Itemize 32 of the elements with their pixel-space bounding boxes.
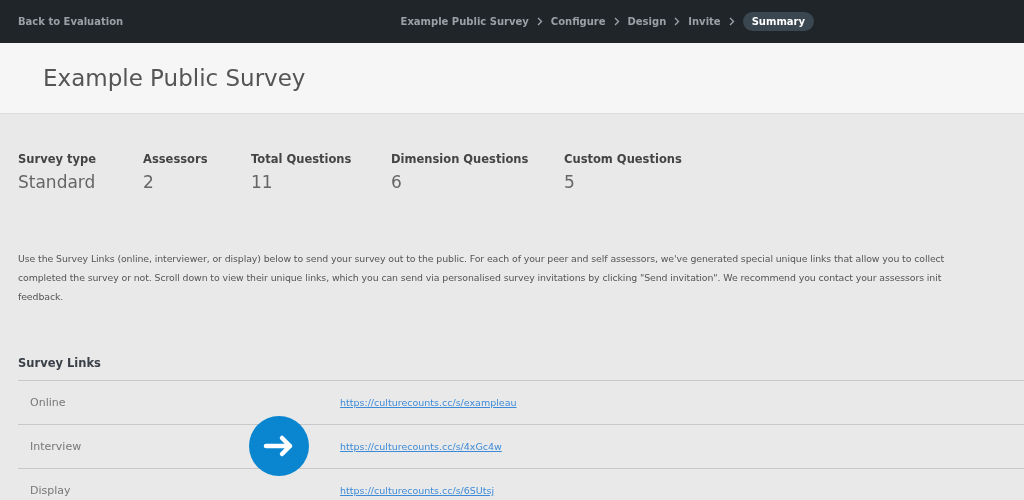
- stat-label: Custom Questions: [564, 152, 682, 166]
- stat-label: Assessors: [143, 152, 209, 166]
- arrow-circle-icon: [249, 416, 309, 476]
- stat-value: 11: [251, 172, 274, 192]
- breadcrumb-step[interactable]: Design: [627, 16, 667, 27]
- stat-label: Total Questions: [251, 152, 353, 166]
- chevron-icon: [613, 17, 620, 26]
- breadcrumb-step[interactable]: Summary: [742, 12, 814, 31]
- chevron-icon: [728, 17, 735, 26]
- chevron-icon: [536, 17, 543, 26]
- stat-value: 6: [391, 172, 403, 192]
- link-type-label: Online: [30, 396, 67, 409]
- link-type-label: Interview: [30, 440, 83, 453]
- survey-link[interactable]: https://culturecounts.cc/s/4xGc4w: [340, 441, 502, 452]
- link-type-label: Display: [30, 484, 72, 497]
- stat-label: Dimension Questions: [391, 152, 530, 166]
- intro-text-line: feedback.: [18, 290, 65, 304]
- stat-label: Survey type: [18, 152, 97, 166]
- intro-text-line: completed the survey or not. Scroll down to view their unique links, which you can send via personalised survey invitations by clicking "Send invitation". We recommend you contact your assessors init: [18, 271, 943, 285]
- page-title: Example Public Survey: [43, 65, 306, 91]
- back-link[interactable]: Back to Evaluation: [18, 16, 124, 27]
- breadcrumb-step[interactable]: Example Public Survey: [400, 16, 529, 27]
- stat-value: Standard: [18, 172, 97, 192]
- breadcrumb-step[interactable]: Configure: [550, 16, 606, 27]
- breadcrumb-step[interactable]: Invite: [688, 16, 721, 27]
- chevron-icon: [674, 17, 681, 26]
- stat-value: 2: [143, 172, 155, 192]
- section-heading: Survey Links: [18, 356, 102, 370]
- intro-text-line: Use the Survey Links (online, interviewer, or display) below to send your survey out to the public. For each of your peer and self assessors, we've generated special unique links that allow you to collect: [18, 252, 946, 266]
- survey-link[interactable]: https://culturecounts.cc/s/exampleau: [340, 397, 517, 408]
- survey-link[interactable]: https://culturecounts.cc/s/6SUtsj: [340, 485, 495, 496]
- stat-value: 5: [564, 172, 576, 192]
